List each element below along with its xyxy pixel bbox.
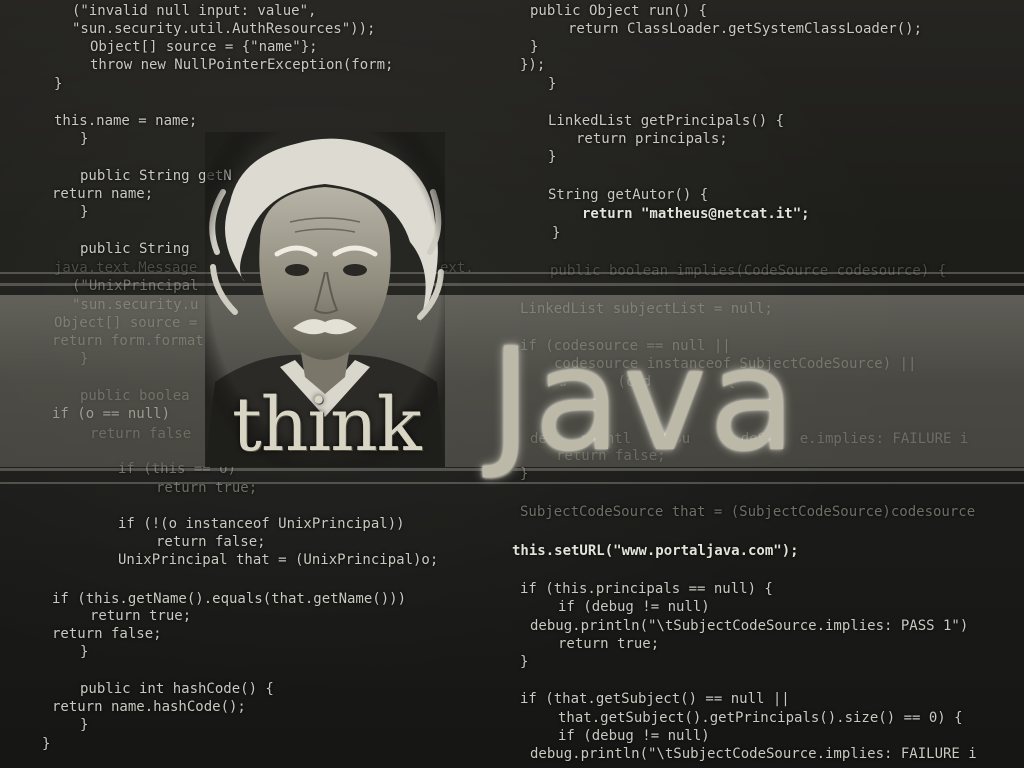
code-line: } bbox=[80, 131, 89, 147]
code-line: if (debug != null) bbox=[558, 728, 710, 744]
band-stripe bbox=[0, 283, 1024, 286]
think-title: think bbox=[232, 382, 422, 468]
code-line: this.name = name; bbox=[54, 113, 198, 129]
wallpaper: ("invalid null input: value", "sun.securi… bbox=[0, 0, 1024, 768]
code-line: return name.hashCode(); bbox=[52, 699, 246, 715]
code-line: "sun.security.util.AuthResources")); bbox=[72, 21, 376, 37]
code-line: java.text.Message bbox=[54, 260, 198, 276]
code-line: if (debug != null) bbox=[558, 599, 710, 615]
code-line: LinkedList getPrincipals() { bbox=[548, 113, 785, 129]
code-line: return "matheus@netcat.it"; bbox=[582, 206, 810, 222]
code-line: }); bbox=[520, 57, 546, 73]
code-line: return false; bbox=[156, 534, 266, 550]
code-line: public String bbox=[80, 241, 190, 257]
code-line: if (that.getSubject() == null || bbox=[520, 691, 790, 707]
code-line: } bbox=[548, 76, 557, 92]
code-line: } bbox=[80, 717, 89, 733]
code-line: } bbox=[54, 76, 63, 92]
code-line: return false; bbox=[52, 626, 162, 642]
code-line: throw new NullPointerException(form; bbox=[90, 57, 394, 73]
code-line: } bbox=[552, 225, 561, 241]
code-line: this.setURL("www.portaljava.com"); bbox=[512, 543, 799, 559]
code-line: UnixPrincipal that = (UnixPrincipal)o; bbox=[118, 552, 439, 568]
code-line: return ClassLoader.getSystemClassLoader(… bbox=[568, 21, 923, 37]
code-line: if (this.principals == null) { bbox=[520, 581, 773, 597]
code-line: public Object run() { bbox=[530, 3, 708, 19]
code-line: that.getSubject().getPrincipals().size()… bbox=[558, 710, 963, 726]
code-line: SubjectCodeSource that = (SubjectCodeSou… bbox=[520, 504, 976, 520]
code-line: ("UnixPrincipal bbox=[72, 278, 199, 294]
java-title: Java bbox=[490, 318, 798, 483]
code-line: debug.println("\tSubjectCodeSource.impli… bbox=[530, 618, 969, 634]
code-line: return name; bbox=[52, 186, 154, 202]
code-line: return true; bbox=[558, 636, 660, 652]
code-line: } bbox=[80, 204, 89, 220]
code-line: public int hashCode() { bbox=[80, 681, 274, 697]
code-line: } bbox=[548, 149, 557, 165]
code-line: } bbox=[42, 736, 51, 752]
code-line: ext. bbox=[440, 260, 474, 276]
code-line: String getAutor() { bbox=[548, 187, 709, 203]
code-line: public boolean implies(CodeSource codeso… bbox=[550, 263, 947, 279]
band-stripe bbox=[0, 272, 1024, 274]
code-line: return true; bbox=[90, 608, 192, 624]
code-line: if (!(o instanceof UnixPrincipal)) bbox=[118, 516, 405, 532]
code-line: Object[] source = {"name"}; bbox=[90, 39, 318, 55]
code-line: return principals; bbox=[576, 131, 728, 147]
code-line: if (this.getName().equals(that.getName()… bbox=[52, 591, 407, 607]
code-line: ("invalid null input: value", bbox=[72, 3, 317, 19]
code-line: } bbox=[80, 644, 89, 660]
code-line: debug.println("\tSubjectCodeSource.impli… bbox=[530, 746, 977, 762]
code-line: } bbox=[520, 654, 529, 670]
code-line: } bbox=[530, 39, 539, 55]
